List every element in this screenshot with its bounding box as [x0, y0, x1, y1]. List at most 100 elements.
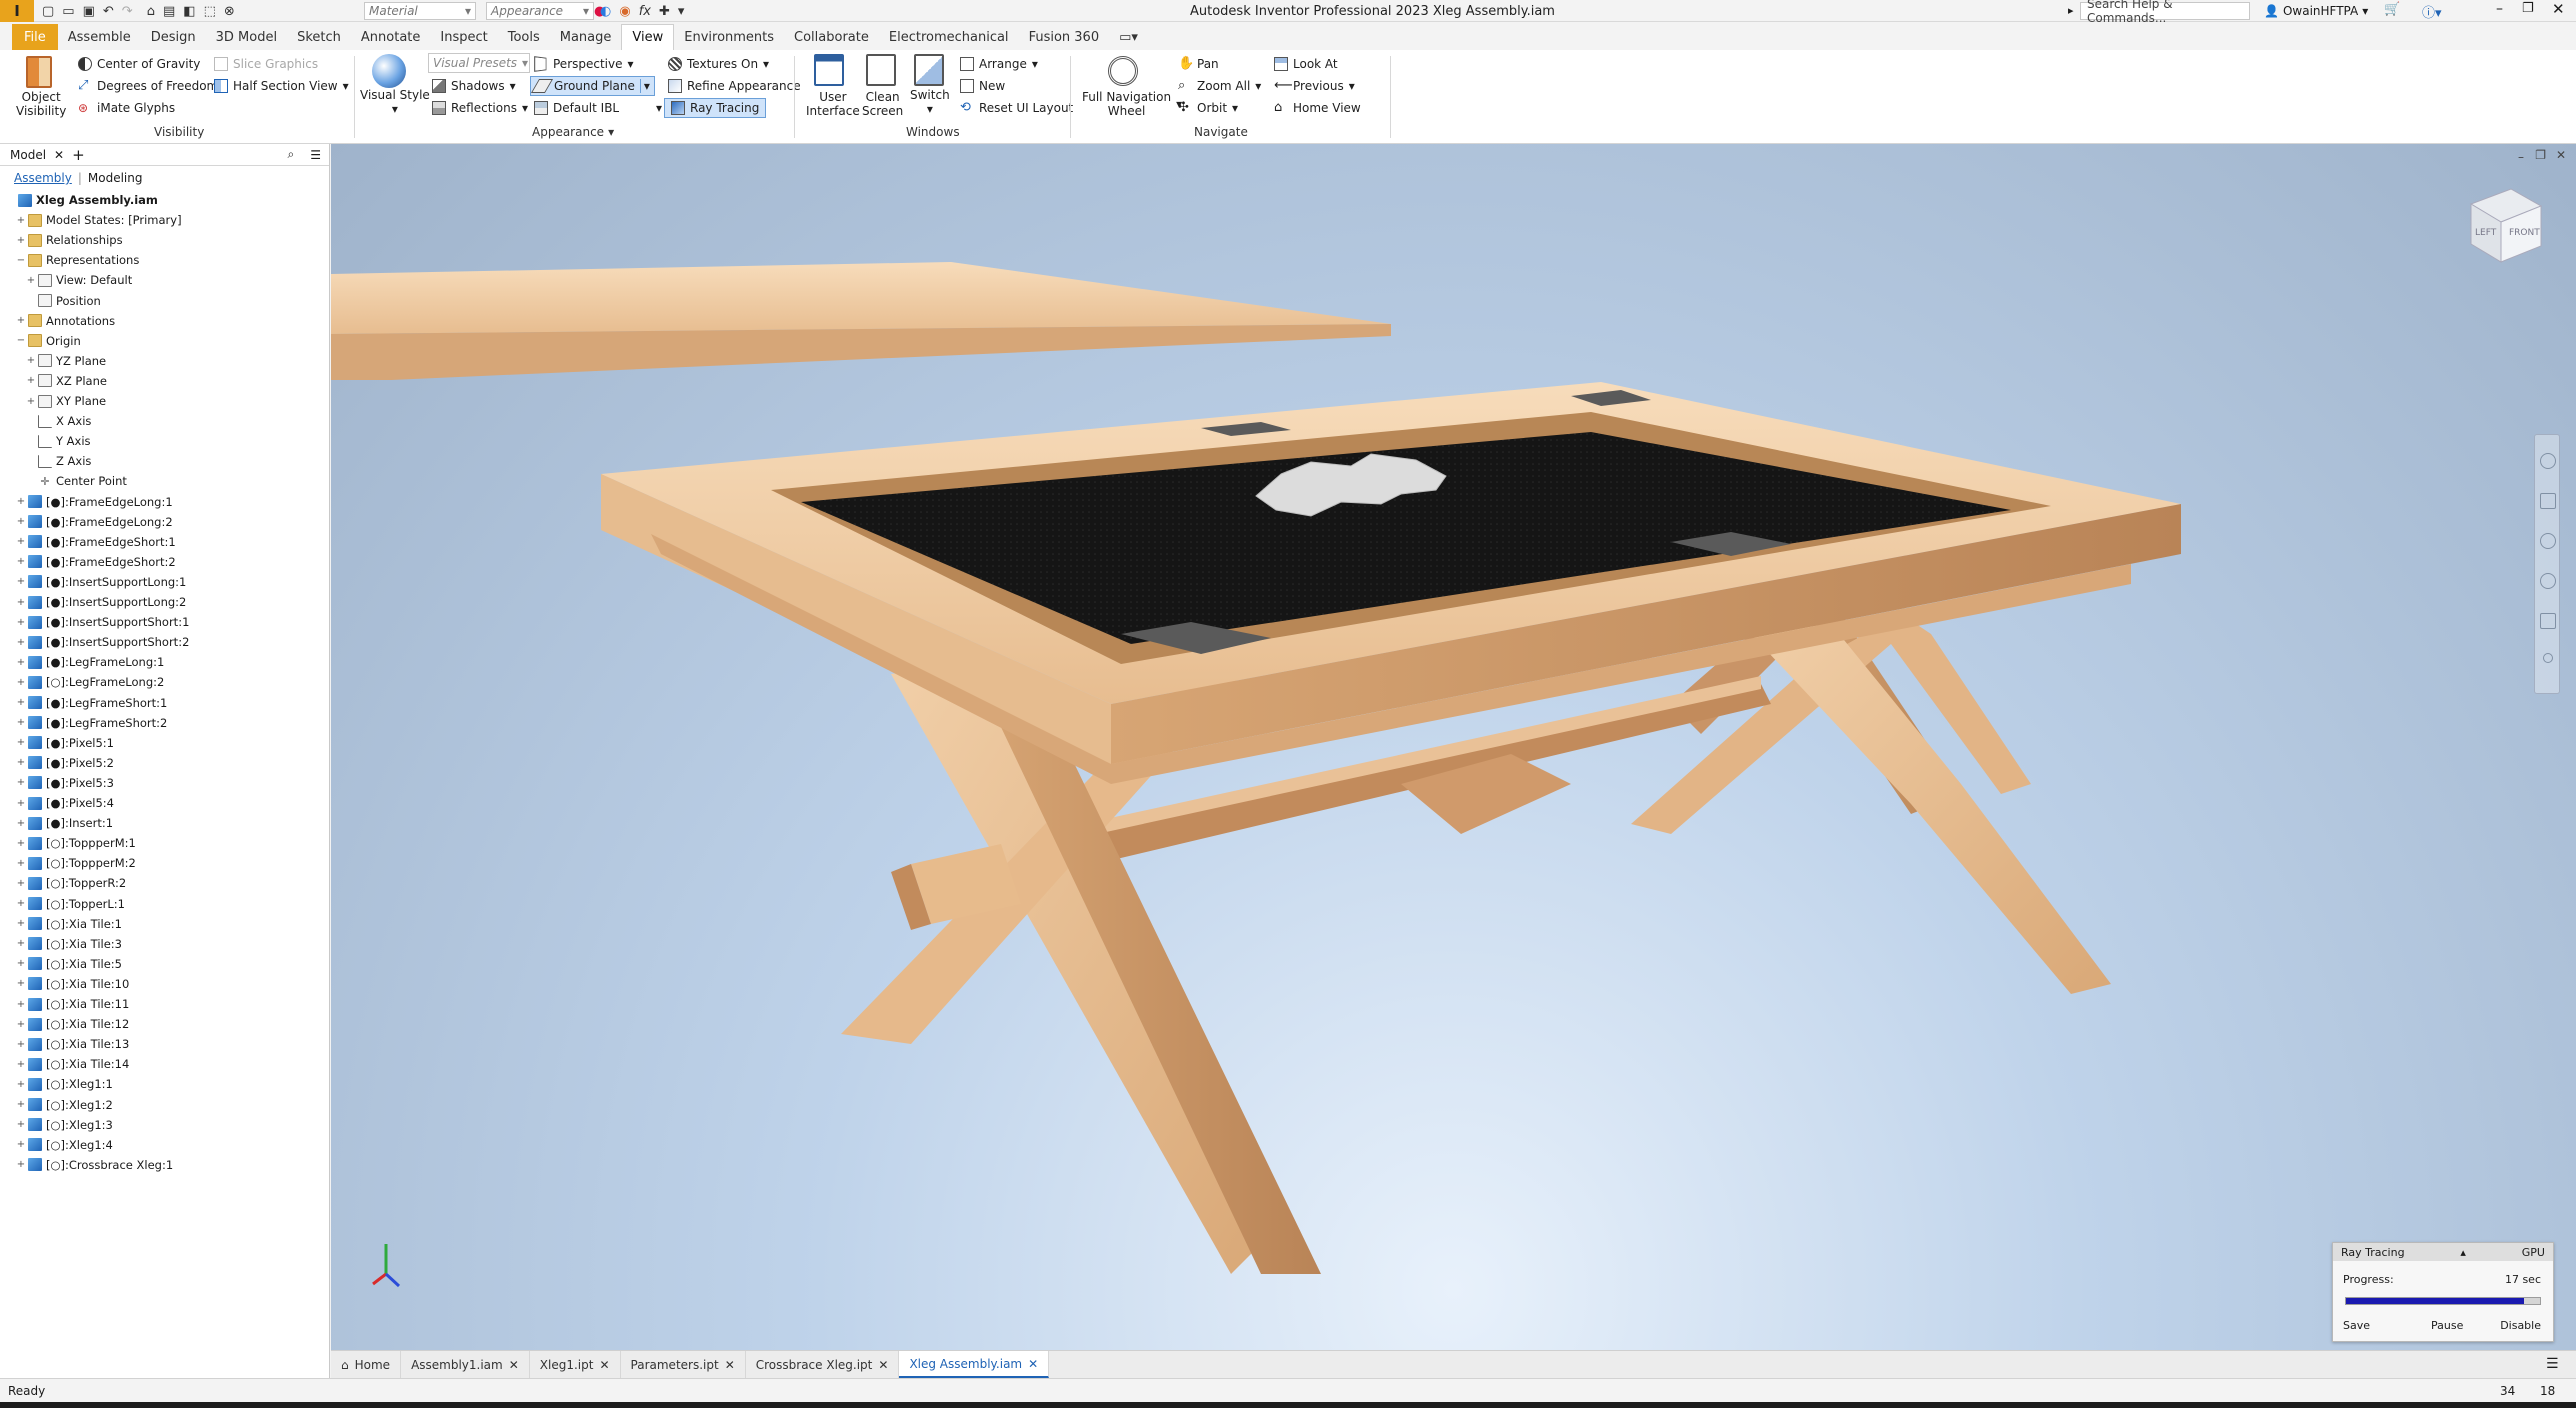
nav-customize-icon[interactable] [2543, 653, 2553, 663]
tree-item[interactable]: + View: Default [0, 270, 132, 290]
tree-item[interactable]: + [○]:Xia Tile:3 [0, 934, 122, 954]
expand-toggle-icon[interactable]: + [16, 496, 26, 507]
tree-item[interactable]: + [○]:TopperL:1 [0, 894, 125, 914]
tree-item[interactable]: + [●]:InsertSupportShort:2 [0, 632, 190, 652]
tree-item[interactable]: X Axis [0, 411, 91, 431]
tab-design[interactable]: Design [141, 24, 206, 50]
tree-item[interactable]: + [●]:LegFrameLong:1 [0, 652, 165, 672]
tab-annotate[interactable]: Annotate [351, 24, 430, 50]
select-icon[interactable]: ⬚ [204, 4, 216, 19]
tree-item[interactable]: + [●]:FrameEdgeShort:2 [0, 552, 176, 572]
tree-item[interactable]: + [●]:FrameEdgeLong:1 [0, 492, 173, 512]
tree-item[interactable]: + [●]:Pixel5:4 [0, 793, 114, 813]
tree-item[interactable]: + [●]:FrameEdgeLong:2 [0, 512, 173, 532]
expand-toggle-icon[interactable]: + [16, 717, 26, 728]
user-interface-button[interactable]: User Interface [806, 88, 860, 120]
tab-assembly[interactable]: Assembly [14, 171, 72, 185]
tree-item[interactable]: + [○]:Xleg1:2 [0, 1095, 113, 1115]
user-account[interactable]: 👤 OwainHFTPA ▾ [2264, 2, 2368, 20]
save-icon[interactable]: ▣ [83, 4, 95, 19]
return-icon[interactable]: ◧ [183, 4, 195, 19]
disable-button[interactable]: Disable [2500, 1319, 2541, 1332]
expand-toggle-icon[interactable]: + [16, 798, 26, 809]
tree-item[interactable]: + [●]:InsertSupportShort:1 [0, 612, 190, 632]
tree-item[interactable]: + [●]:Pixel5:2 [0, 753, 114, 773]
plus-icon[interactable]: ✚ [659, 4, 670, 19]
expand-toggle-icon[interactable]: + [16, 898, 26, 909]
tree-item[interactable]: + [○]:Crossbrace Xleg:1 [0, 1155, 173, 1175]
document-tab[interactable]: ⌂ Home [331, 1351, 402, 1378]
cart-icon[interactable]: 🛒 [2384, 2, 2400, 17]
minimize-button[interactable]: – [2496, 1, 2503, 17]
document-tab[interactable]: Crossbrace Xleg.ipt ✕ [746, 1351, 900, 1378]
expand-toggle-icon[interactable]: + [16, 918, 26, 929]
expand-toggle-icon[interactable]: + [16, 576, 26, 587]
ray-tracing-button[interactable]: Ray Tracing [664, 98, 767, 118]
tree-item[interactable]: + [○]:Xleg1:1 [0, 1074, 113, 1094]
expand-toggle-icon[interactable]: + [16, 858, 26, 869]
expand-toggle-icon[interactable]: + [16, 978, 26, 989]
tree-item[interactable]: Z Axis [0, 451, 91, 471]
expand-toggle-icon[interactable]: + [16, 697, 26, 708]
expand-toggle-icon[interactable]: + [16, 999, 26, 1010]
expand-toggle-icon[interactable]: + [16, 958, 26, 969]
document-tab[interactable]: Assembly1.iam ✕ [401, 1351, 530, 1378]
expand-toggle-icon[interactable]: + [16, 215, 26, 226]
center-of-gravity-button[interactable]: Center of Gravity [78, 54, 200, 74]
clean-screen-button[interactable]: Clean Screen [862, 88, 903, 120]
tab-environments[interactable]: Environments [674, 24, 784, 50]
expand-toggle-icon[interactable]: + [16, 737, 26, 748]
search-icon[interactable]: ⌕ [288, 147, 295, 162]
tab-3d-model[interactable]: 3D Model [206, 24, 287, 50]
undo-icon[interactable]: ↶ [103, 4, 114, 19]
tab-sketch[interactable]: Sketch [287, 24, 351, 50]
expand-toggle-icon[interactable]: + [16, 878, 26, 889]
expand-toggle-icon[interactable]: + [26, 355, 36, 366]
perspective-button[interactable]: Perspective ▾ [534, 54, 634, 74]
expand-toggle-icon[interactable]: + [16, 597, 26, 608]
home-icon[interactable]: ⌂ [147, 4, 155, 19]
save-button[interactable]: Save [2343, 1319, 2370, 1332]
textures-on-button[interactable]: Textures On ▾ [668, 54, 769, 74]
switch-button[interactable]: Switch ▾ [910, 88, 950, 120]
tree-item[interactable]: + [○]:Xia Tile:10 [0, 974, 130, 994]
expand-toggle-icon[interactable]: + [16, 657, 26, 668]
tree-item[interactable]: + [○]:Xia Tile:1 [0, 914, 122, 934]
visual-style-button[interactable]: Visual Style ▾ [360, 88, 430, 124]
open-icon[interactable]: ▭ [62, 4, 74, 19]
ray-tracing-mode[interactable]: GPU [2522, 1246, 2545, 1259]
tab-collaborate[interactable]: Collaborate [784, 24, 879, 50]
tab-view[interactable]: View [621, 24, 675, 50]
document-tab[interactable]: Xleg1.ipt ✕ [530, 1351, 621, 1378]
expand-toggle-icon[interactable]: − [16, 335, 26, 346]
lighting-style-combo[interactable]: Default IBL ▾ [534, 98, 662, 118]
tree-item[interactable]: + Model States: [Primary] [0, 210, 182, 230]
tree-item[interactable]: + [●]:LegFrameShort:2 [0, 713, 168, 733]
steering-wheel-icon[interactable] [2540, 453, 2556, 469]
document-tab[interactable]: Parameters.ipt ✕ [621, 1351, 746, 1378]
browser-title[interactable]: Model [10, 148, 46, 162]
clean-screen-icon[interactable] [866, 54, 896, 86]
customize-icon[interactable]: ▾ [678, 4, 685, 19]
previous-view-button[interactable]: ⟵ Previous ▾ [1274, 76, 1355, 96]
tree-item[interactable]: + [○]:LegFrameLong:2 [0, 672, 165, 692]
tree-item[interactable]: + [○]:Xia Tile:5 [0, 954, 122, 974]
expand-toggle-icon[interactable]: + [16, 757, 26, 768]
tree-item[interactable]: + [●]:Pixel5:1 [0, 733, 114, 753]
expand-toggle-icon[interactable]: + [16, 818, 26, 829]
degrees-of-freedom-button[interactable]: ⤢ Degrees of Freedom [78, 76, 218, 96]
imate-glyphs-button[interactable]: ⊛ iMate Glyphs [78, 98, 175, 118]
tree-item[interactable]: Xleg Assembly.iam [0, 190, 158, 210]
object-visibility-icon[interactable] [26, 56, 52, 88]
help-icon[interactable]: ⓘ▾ [2422, 2, 2442, 21]
tree-item[interactable]: + [○]:Xleg1:4 [0, 1135, 113, 1155]
tree-item[interactable]: + [○]:TopperR:2 [0, 873, 126, 893]
tab-modeling[interactable]: Modeling [88, 171, 143, 185]
close-tab-icon[interactable]: ✕ [725, 1358, 735, 1372]
expand-toggle-icon[interactable]: + [16, 677, 26, 688]
close-tab-icon[interactable]: ✕ [509, 1358, 519, 1372]
graphics-viewport[interactable]: LEFT FRONT – ❐ ✕ [331, 144, 2576, 1350]
expand-toggle-icon[interactable]: + [16, 556, 26, 567]
tab-manage[interactable]: Manage [550, 24, 622, 50]
tree-item[interactable]: + Annotations [0, 311, 115, 331]
